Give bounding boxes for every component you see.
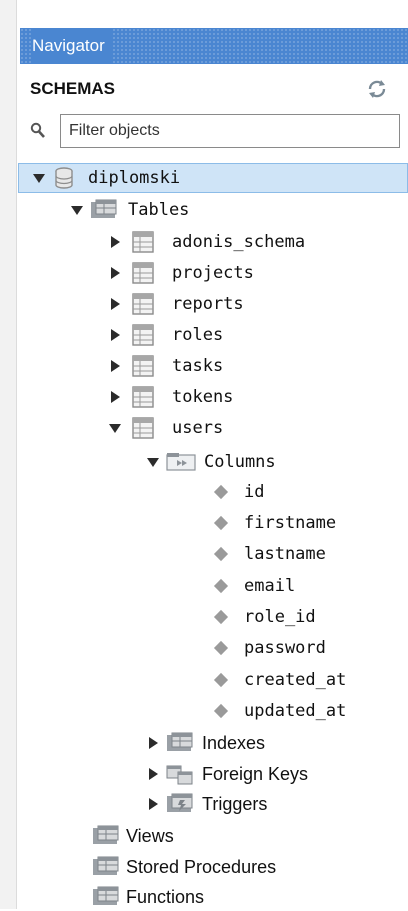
tree-item-table-users[interactable]: users [108,414,223,442]
folder-icon [93,856,119,875]
column-name-label: id [244,482,265,502]
panel-left-edge [0,0,17,909]
column-name-label: lastname [244,544,326,564]
filter-objects-input[interactable] [60,114,400,148]
table-name-label: projects [172,263,254,283]
refresh-icon[interactable] [366,78,388,100]
folder-icon [93,886,119,905]
triggers-label: Triggers [202,793,268,814]
foreign-keys-label: Foreign Keys [202,763,309,784]
tree-item-functions[interactable]: Functions [92,883,204,911]
columns-label: Columns [204,452,276,472]
table-name-label: reports [172,294,244,314]
table-name-label: users [172,418,224,438]
column-name-label: password [244,638,326,658]
column-name-label: role_id [244,607,316,627]
views-label: Views [126,825,174,846]
column-name-label: firstname [244,513,337,533]
tree-item-stored-procedures[interactable]: Stored Procedures [92,853,276,881]
tree-item-triggers[interactable]: Triggers [146,790,267,818]
column-icon [213,484,229,500]
collapsed-arrow-icon[interactable] [108,390,122,404]
tree-item-indexes[interactable]: Indexes [146,729,265,757]
collapsed-arrow-icon[interactable] [146,736,160,750]
column-icon [213,672,229,688]
column-icon [213,515,229,531]
table-name-label: roles [172,325,224,345]
column-name-label: email [244,576,296,596]
tree-item-column[interactable]: updated_at [213,697,347,725]
table-icon [132,355,154,377]
collapsed-arrow-icon[interactable] [108,235,122,249]
column-icon [213,640,229,656]
collapsed-arrow-icon[interactable] [146,797,160,811]
columns-folder-icon [166,453,196,471]
tables-label: Tables [128,200,190,220]
navigator-header: Navigator [20,28,408,64]
tree-item-table[interactable]: projects [108,259,254,287]
tree-item-table[interactable]: adonis_schema [108,228,305,256]
tree-item-schema-diplomski[interactable]: diplomski [32,164,180,192]
expanded-arrow-icon[interactable] [146,455,160,469]
tree-item-table[interactable]: roles [108,321,223,349]
table-name-label: adonis_schema [172,232,306,252]
collapsed-arrow-icon[interactable] [108,297,122,311]
folder-icon [91,199,117,218]
expanded-arrow-icon[interactable] [70,203,84,217]
folder-icon [93,825,119,844]
table-name-label: tasks [172,356,224,376]
column-icon [213,578,229,594]
functions-label: Functions [126,886,205,907]
search-icon [30,122,45,138]
table-icon [132,417,154,439]
tree-item-column[interactable]: firstname [213,509,337,537]
schemas-title: SCHEMAS [30,79,116,98]
stored-procedures-label: Stored Procedures [126,856,277,877]
tree-item-tables[interactable]: Tables [70,196,189,224]
navigator-panel: Navigator SCHEMAS diplomski Ta [0,0,408,909]
collapsed-arrow-icon[interactable] [108,328,122,342]
tree-item-column[interactable]: email [213,572,296,600]
schema-name-label: diplomski [88,168,181,188]
navigator-title: Navigator [32,28,111,64]
tree-item-columns[interactable]: Columns [146,448,276,476]
column-name-label: created_at [244,670,347,690]
table-name-label: tokens [172,387,234,407]
collapsed-arrow-icon[interactable] [108,266,122,280]
tree-item-column[interactable]: password [213,634,326,662]
collapsed-arrow-icon[interactable] [108,359,122,373]
tree-item-table[interactable]: tokens [108,383,233,411]
database-icon [55,167,73,189]
expanded-arrow-icon[interactable] [108,421,122,435]
tree-item-column[interactable]: id [213,478,265,506]
tree-item-views[interactable]: Views [92,822,174,850]
table-icon [132,293,154,315]
table-icon [132,262,154,284]
table-icon [132,324,154,346]
column-icon [213,703,229,719]
tree-item-table[interactable]: tasks [108,352,223,380]
tree-item-column[interactable]: role_id [213,603,316,631]
column-icon [213,609,229,625]
collapsed-arrow-icon[interactable] [146,767,160,781]
expanded-arrow-icon[interactable] [32,171,46,185]
column-icon [213,546,229,562]
folder-icon [167,732,193,751]
tree-item-column[interactable]: lastname [213,540,326,568]
tree-item-table[interactable]: reports [108,290,244,318]
table-icon [132,231,154,253]
table-icon [132,386,154,408]
tree-item-foreign-keys[interactable]: Foreign Keys [146,760,308,788]
tree-item-column[interactable]: created_at [213,666,347,694]
column-name-label: updated_at [244,701,347,721]
foreign-keys-icon [166,765,193,785]
triggers-icon [167,793,193,812]
indexes-label: Indexes [202,732,266,753]
